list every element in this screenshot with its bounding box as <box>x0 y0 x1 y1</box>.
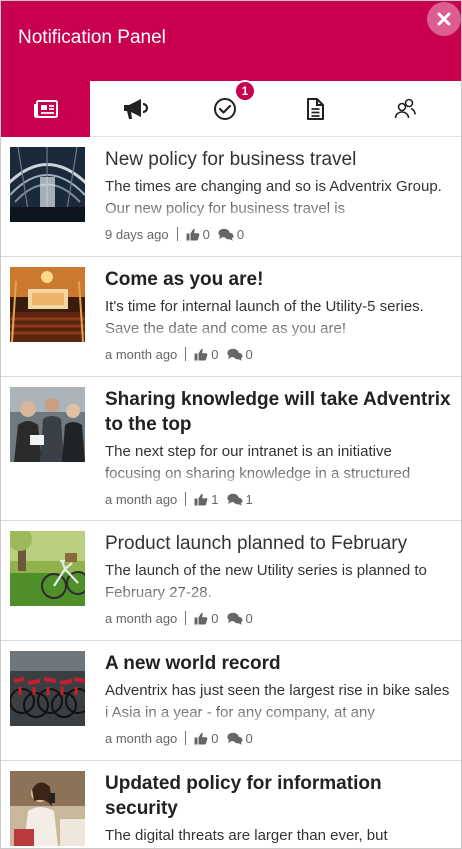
news-meta: a month ago 1 1 <box>105 490 261 508</box>
meta-divider <box>185 611 187 625</box>
like-count: 0 <box>211 730 219 746</box>
tab-tasks[interactable]: 1 <box>180 80 270 137</box>
panel-title: Notification Panel <box>18 27 166 48</box>
notification-panel: Notification Panel 1 New policy for busi… <box>0 0 462 849</box>
thumbs-up-icon <box>194 732 208 744</box>
megaphone-icon <box>124 99 149 119</box>
news-thumbnail <box>10 147 85 222</box>
like-count: 1 <box>211 491 219 507</box>
news-excerpt: The next step for our intranet is an ini… <box>105 443 411 482</box>
news-thumbnail <box>10 771 85 846</box>
close-button[interactable] <box>427 2 461 36</box>
tab-announcements[interactable] <box>90 81 180 137</box>
like-count: 0 <box>211 610 219 626</box>
panel-header: Notification Panel <box>1 1 461 81</box>
news-item[interactable]: Updated policy for information security … <box>1 761 461 848</box>
news-excerpt: The times are changing and so is Adventr… <box>105 178 442 217</box>
news-item[interactable]: A new world record Adventrix has just se… <box>1 641 461 761</box>
tasks-badge: 1 <box>234 80 256 102</box>
news-title: Come as you are! <box>105 269 264 290</box>
news-item[interactable]: Come as you are! It's time for internal … <box>1 257 461 377</box>
thumbs-up-icon <box>194 348 208 360</box>
comment-count: 0 <box>236 226 245 242</box>
news-thumbnail <box>10 531 85 606</box>
comments-icon <box>226 732 243 745</box>
news-time: a month ago <box>105 610 178 626</box>
news-excerpt: The digital threats are larger than ever… <box>105 827 388 844</box>
comments-icon <box>226 493 243 506</box>
like-count: 0 <box>211 346 219 362</box>
news-thumbnail <box>10 387 85 462</box>
news-excerpt: Adventrix has just seen the largest rise… <box>105 682 450 721</box>
news-meta: a month ago 0 0 <box>105 345 261 363</box>
news-title: Sharing knowledge will take Adventrix to… <box>105 389 451 435</box>
news-time: 9 days ago <box>105 226 169 242</box>
news-title: Updated policy for information security <box>105 773 382 819</box>
news-excerpt: The launch of the new Utility series is … <box>105 562 427 601</box>
comment-count: 1 <box>245 491 253 507</box>
news-meta: 9 days ago 0 0 <box>105 225 252 243</box>
comments-icon <box>226 348 243 361</box>
news-title: A new world record <box>105 653 281 674</box>
document-icon <box>307 98 324 120</box>
meta-divider <box>185 731 187 745</box>
people-icon <box>394 98 416 119</box>
news-time: a month ago <box>105 730 178 746</box>
meta-divider <box>185 492 187 506</box>
comment-count: 0 <box>245 730 253 746</box>
news-item[interactable]: Product launch planned to February The l… <box>1 521 461 641</box>
news-thumbnail <box>10 651 85 726</box>
like-count: 0 <box>202 226 210 242</box>
news-time: a month ago <box>105 491 178 507</box>
news-meta: a month ago 0 0 <box>105 729 261 747</box>
close-icon <box>437 12 451 26</box>
news-meta: a month ago 0 0 <box>105 609 261 627</box>
tab-people[interactable] <box>360 81 450 137</box>
newspaper-icon <box>33 100 58 118</box>
comment-count: 0 <box>245 346 253 362</box>
news-thumbnail <box>10 267 85 342</box>
tab-documents[interactable] <box>270 81 360 137</box>
news-time: a month ago <box>105 346 178 362</box>
comment-count: 0 <box>245 610 253 626</box>
thumbs-up-icon <box>194 493 208 505</box>
news-excerpt: It's time for internal launch of the Uti… <box>105 298 424 337</box>
news-title: Product launch planned to February <box>105 533 408 554</box>
tab-bar: 1 <box>1 80 461 137</box>
meta-divider <box>176 227 178 241</box>
meta-divider <box>185 347 187 361</box>
thumbs-up-icon <box>186 228 199 240</box>
news-item[interactable]: Sharing knowledge will take Adventrix to… <box>1 377 461 521</box>
thumbs-up-icon <box>194 612 208 624</box>
news-item[interactable]: New policy for business travel The times… <box>1 137 461 257</box>
comments-icon <box>218 228 234 241</box>
news-title: New policy for business travel <box>105 149 357 170</box>
comments-icon <box>226 612 243 625</box>
check-circle-icon <box>214 98 236 120</box>
tab-news[interactable] <box>1 81 90 137</box>
